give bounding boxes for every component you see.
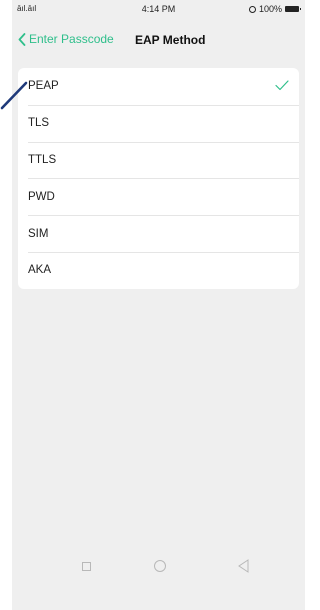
option-pwd[interactable]: PWD <box>18 178 299 215</box>
option-label: PWD <box>28 190 55 203</box>
option-sim[interactable]: SIM <box>18 215 299 252</box>
system-nav-bar <box>12 548 305 584</box>
option-label: TLS <box>28 117 50 130</box>
battery-percent: 100% <box>258 4 282 14</box>
option-ttls[interactable]: TTLS <box>18 141 299 179</box>
page-title: EAP Method <box>135 33 206 47</box>
phone-screen: āıl.āıl 4:14 PM 100% Enter Passcode EAP … <box>12 0 305 610</box>
annotation-arrow <box>0 81 28 110</box>
check-icon <box>275 80 289 91</box>
option-label: PEAP <box>28 80 59 93</box>
option-label: SIM <box>28 227 49 240</box>
triangle-back-icon[interactable] <box>238 559 249 573</box>
square-icon[interactable] <box>82 562 91 571</box>
back-label: Enter Passcode <box>29 32 114 46</box>
status-bar: āıl.āıl 4:14 PM 100% <box>12 0 305 20</box>
eap-method-list: PEAP TLS TTLS PWD SIM AKA <box>18 68 299 289</box>
circle-icon[interactable] <box>154 560 166 572</box>
back-button[interactable]: Enter Passcode <box>18 32 114 46</box>
alarm-icon <box>248 5 256 13</box>
option-label: TTLS <box>28 153 57 166</box>
navigation-bar: Enter Passcode EAP Method <box>12 25 305 55</box>
option-aka[interactable]: AKA <box>18 251 299 289</box>
option-label: AKA <box>28 264 52 277</box>
option-tls[interactable]: TLS <box>18 104 299 142</box>
option-peap[interactable]: PEAP <box>18 68 299 105</box>
battery-icon <box>285 6 301 12</box>
battery-status: 100% <box>248 4 301 14</box>
chevron-left-icon <box>18 32 26 46</box>
